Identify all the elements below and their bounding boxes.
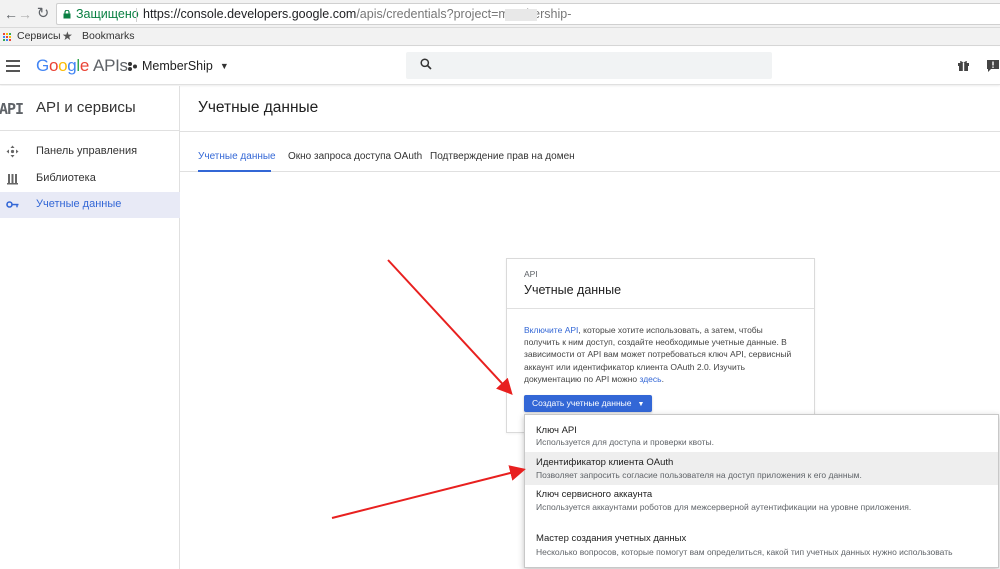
dashboard-icon <box>6 145 19 158</box>
menu-item-description: Используется аккаунтами роботов для межс… <box>536 502 912 512</box>
tab-domain-verification[interactable]: Подтверждение прав на домен <box>430 151 575 162</box>
logo-suffix: APIs <box>93 56 128 75</box>
sidebar-item-library[interactable]: Библиотека <box>0 166 180 192</box>
annotation-arrow <box>387 259 513 395</box>
forward-icon[interactable]: → <box>16 5 34 23</box>
bookmark-services[interactable]: Сервисы <box>17 30 61 42</box>
sidebar-title: API и сервисы <box>36 99 136 116</box>
tab-credentials[interactable]: Учетные данные <box>198 151 276 162</box>
sidebar-item-label: Учетные данные <box>36 198 122 210</box>
menu-item-credentials-wizard[interactable]: Мастер создания учетных данных Несколько… <box>525 527 998 567</box>
library-icon <box>7 174 18 185</box>
sidebar: API API и сервисы Панель управления Библ… <box>0 86 180 569</box>
lock-icon <box>63 10 71 19</box>
url-path: /apis/credentials?project=membership- <box>356 7 572 21</box>
active-tab-indicator <box>198 170 271 172</box>
address-bar[interactable]: Защищено https://console.developers.goog… <box>56 3 1000 25</box>
card-description: Включите API, которые хотите использоват… <box>524 324 796 385</box>
secure-label: Защищено <box>76 7 139 21</box>
bookmarks-bar: Сервисы ★ Bookmarks <box>0 28 1000 46</box>
sidebar-header: API API и сервисы <box>0 86 180 131</box>
menu-item-title: Ключ сервисного аккаунта <box>536 489 653 500</box>
menu-item-service-account-key[interactable]: Ключ сервисного аккаунта Используется ак… <box>525 485 998 521</box>
divider <box>507 308 814 309</box>
credentials-card: API Учетные данные Включите API, которые… <box>506 258 815 433</box>
key-icon <box>6 201 19 208</box>
menu-item-title: Мастер создания учетных данных <box>536 533 687 544</box>
menu-item-title: Идентификатор клиента OAuth <box>536 457 674 468</box>
menu-item-title: Ключ API <box>536 425 577 436</box>
docs-here-link[interactable]: здесь <box>640 374 662 384</box>
google-apis-logo[interactable]: Google APIs <box>36 56 128 76</box>
tab-bar: Учетные данные Окно запроса доступа OAut… <box>180 132 1000 172</box>
browser-toolbar: ← → ↻ Защищено https://console.developer… <box>0 0 1000 28</box>
sidebar-item-credentials[interactable]: Учетные данные <box>0 192 180 218</box>
chevron-down-icon: ▼ <box>637 401 645 408</box>
card-kicker: API <box>524 269 538 279</box>
project-dots-icon <box>128 61 137 71</box>
project-name: MemberShip <box>142 59 213 73</box>
card-body-end: . <box>661 373 664 384</box>
notification-icon[interactable] <box>986 59 1000 73</box>
reload-icon[interactable]: ↻ <box>34 5 52 23</box>
create-credentials-button[interactable]: Создать учетные данные ▼ <box>524 395 653 412</box>
logo-letter: e <box>79 56 90 75</box>
redacted-project-id <box>505 9 537 21</box>
menu-item-oauth-client-id[interactable]: Идентификатор клиента OAuth Позволяет за… <box>525 452 998 485</box>
search-input[interactable] <box>406 52 772 79</box>
url-origin: https://console.developers.google.com <box>143 7 357 21</box>
menu-item-description: Используется для доступа и проверки квот… <box>536 437 714 447</box>
gift-icon[interactable] <box>957 59 970 72</box>
menu-item-api-key[interactable]: Ключ API Используется для доступа и пров… <box>525 415 998 451</box>
page-title: Учетные данные <box>198 99 319 116</box>
logo-letter: G <box>36 56 49 75</box>
hamburger-menu-icon[interactable] <box>6 60 20 72</box>
apps-grid-icon[interactable] <box>3 33 12 42</box>
api-icon: API <box>0 100 24 118</box>
app-header: Google APIs MemberShip ▼ <box>0 47 1000 85</box>
annotation-arrow <box>331 465 526 519</box>
sidebar-item-dashboard[interactable]: Панель управления <box>0 139 180 165</box>
sidebar-item-label: Библиотека <box>36 172 96 184</box>
project-selector[interactable]: MemberShip ▼ <box>127 59 229 73</box>
logo-letter: o <box>48 56 59 75</box>
logo-letter: o <box>58 56 68 75</box>
menu-item-description: Позволяет запросить согласие пользовател… <box>536 470 862 480</box>
search-icon <box>420 58 432 70</box>
menu-item-description: Несколько вопросов, которые помогут вам … <box>536 547 953 557</box>
create-credentials-menu: Ключ API Используется для доступа и пров… <box>524 414 999 568</box>
sidebar-item-label: Панель управления <box>36 145 138 157</box>
bookmark-folder[interactable]: Bookmarks <box>82 30 135 42</box>
card-title: Учетные данные <box>524 283 622 297</box>
tab-oauth-consent[interactable]: Окно запроса доступа OAuth <box>288 151 422 162</box>
star-icon: ★ <box>62 29 73 43</box>
enable-api-link[interactable]: Включите API <box>524 325 578 335</box>
chevron-down-icon: ▼ <box>219 61 229 71</box>
button-label: Создать учетные данные <box>532 398 632 408</box>
omnibox-separator <box>136 8 137 22</box>
